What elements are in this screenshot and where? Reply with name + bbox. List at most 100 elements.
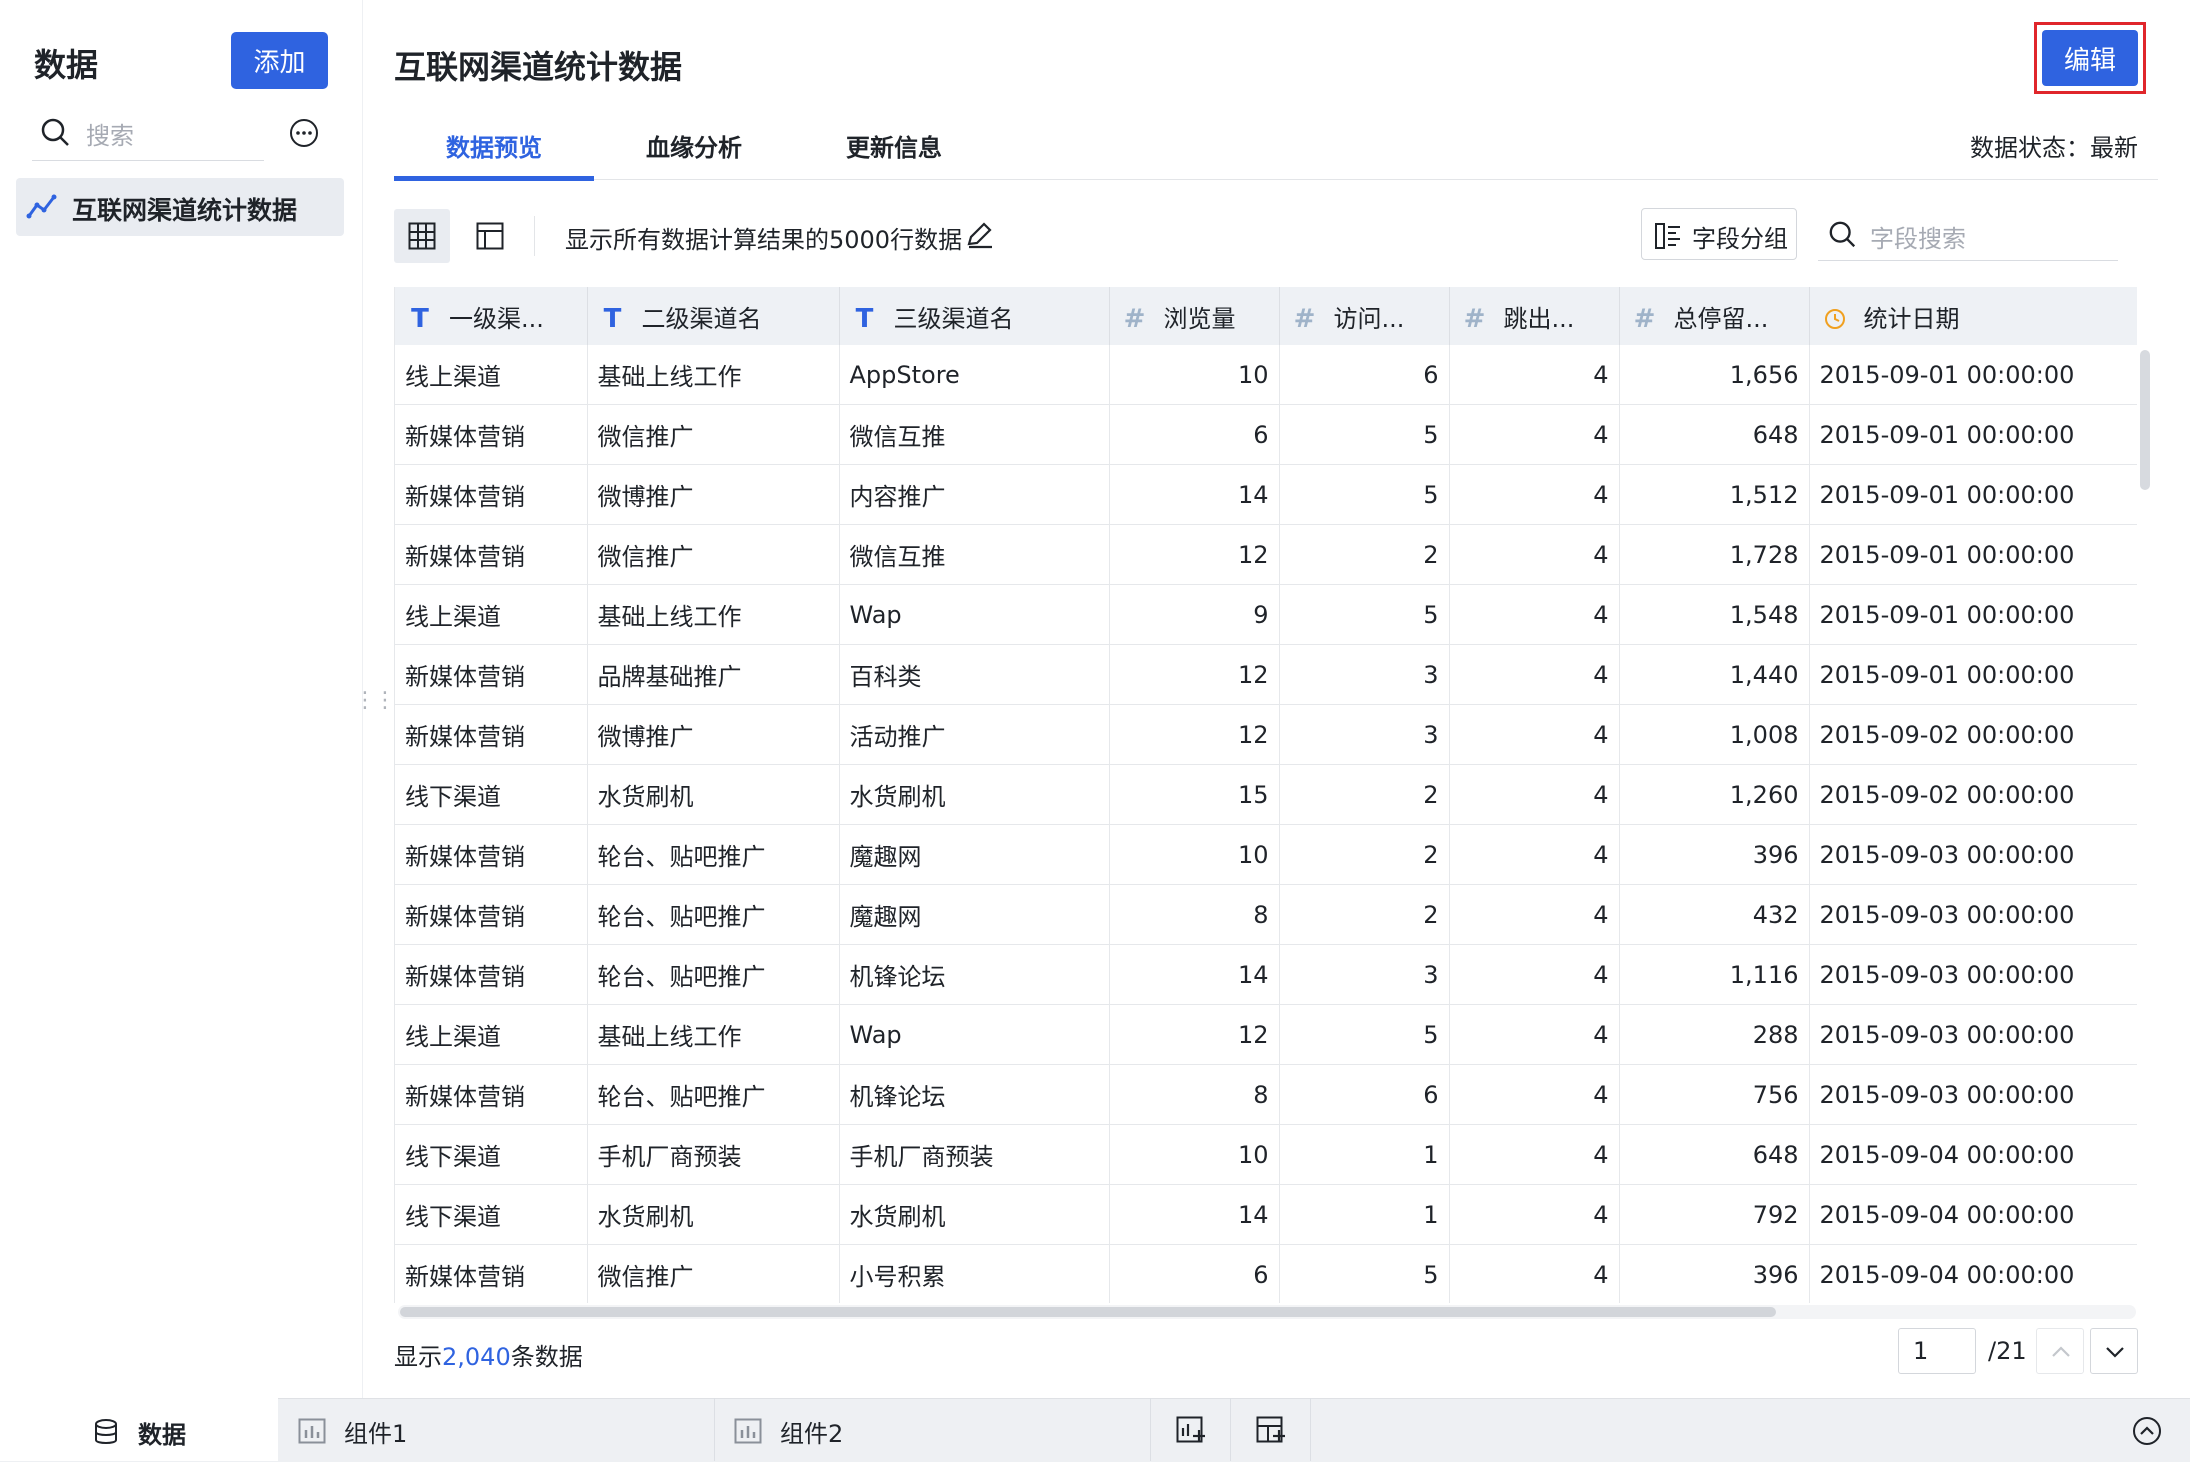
table-cell: 内容推广 [839,464,1110,525]
column-header[interactable]: # 总停留... [1619,287,1810,345]
pencil-icon[interactable] [965,220,995,250]
table-cell: 线上渠道 [395,584,588,645]
tab-label: 血缘分析 [646,134,742,162]
table-cell: 648 [1619,404,1810,465]
sidebar: 数据 添加 搜索 互联网渠道统计数据 [0,0,363,1400]
table-cell: 4 [1449,764,1620,825]
table-row[interactable]: 线上渠道 基础上线工作 AppStore 10 6 4 1,656 2015-09-01 00… [395,345,2137,405]
table-row[interactable]: 线下渠道 手机厂商预装 手机厂商预装 10 1 4 648 2015-09-04 00:00:… [395,1124,2137,1185]
table-cell: 14 [1109,464,1280,525]
table-row[interactable]: 线下渠道 水货刷机 水货刷机 14 1 4 792 2015-09-04 00:00:00 [395,1184,2137,1245]
grid-view-button[interactable] [394,209,450,263]
table-cell: 2015-09-01 00:00:00 [1809,464,2137,525]
table-cell: 2015-09-01 00:00:00 [1809,345,2137,405]
field-search-input[interactable]: 字段搜索 [1818,208,2118,261]
table-cell: 5 [1279,1004,1450,1065]
table-row[interactable]: 新媒体营销 轮台、贴吧推广 机锋论坛 8 6 4 756 2015-09-03 00:00:0… [395,1064,2137,1125]
sidebar-item-label: 互联网渠道统计数据 [72,196,298,225]
table-cell: 微博推广 [587,464,840,525]
table-row[interactable]: 新媒体营销 轮台、贴吧推广 魔趣网 8 2 4 432 2015-09-03 00:00:00 [395,884,2137,945]
field-group-label: 字段分组 [1692,225,1788,253]
field-group-button[interactable]: 字段分组 [1641,208,1797,260]
add-dashboard-button[interactable] [1230,1398,1311,1461]
number-type-icon: # [1463,303,1486,334]
table-cell: 4 [1449,944,1620,1005]
table-cell: 432 [1619,884,1810,945]
table-row[interactable]: 新媒体营销 微博推广 活动推广 12 3 4 1,008 2015-09-02 00:00:0… [395,704,2137,765]
table-row[interactable]: 新媒体营销 微博推广 内容推广 14 5 4 1,512 2015-09-01 00:00:0… [395,464,2137,525]
column-header[interactable]: T 一级渠... [395,287,588,345]
tab-data-preview[interactable]: 数据预览 [394,128,594,181]
table-row[interactable]: 线上渠道 基础上线工作 Wap 9 5 4 1,548 2015-09-01 00:00:00 [395,584,2137,645]
add-button[interactable]: 添加 [231,32,328,89]
table-cell: 水货刷机 [839,1184,1110,1245]
table-cell: 6 [1109,1244,1280,1303]
count-prefix: 显示 [394,1343,442,1371]
tab-lineage[interactable]: 血缘分析 [594,128,794,180]
column-header[interactable]: 统计日期 [1809,287,2137,345]
edit-button[interactable]: 编辑 [2042,30,2138,86]
grid-icon [408,222,436,250]
table-cell: 10 [1109,1124,1280,1185]
row-limit-note: 显示所有数据计算结果的5000行数据 [565,226,963,254]
bottom-tab-data[interactable]: 数据 [0,1398,278,1461]
number-type-icon: # [1633,303,1656,334]
table-row[interactable]: 新媒体营销 品牌基础推广 百科类 12 3 4 1,440 2015-09-01 00:00:… [395,644,2137,705]
table-cell: 648 [1619,1124,1810,1185]
table-cell: 2015-09-03 00:00:00 [1809,824,2137,885]
table-cell: 2 [1279,524,1450,585]
table-cell: 微信推广 [587,524,840,585]
add-component-button[interactable] [1150,1398,1231,1461]
table-row[interactable]: 新媒体营销 微信推广 微信互推 6 5 4 648 2015-09-01 00:00:00 [395,404,2137,465]
table-cell: 线下渠道 [395,764,588,825]
table-cell: AppStore [839,345,1110,405]
table-row[interactable]: 新媒体营销 轮台、贴吧推广 机锋论坛 14 3 4 1,116 2015-09-03 00:0… [395,944,2137,1005]
next-page-button[interactable] [2090,1328,2138,1374]
table-row[interactable]: 新媒体营销 微信推广 微信互推 12 2 4 1,728 2015-09-01 00:00:0… [395,524,2137,585]
column-header[interactable]: T 二级渠道名 [587,287,840,345]
bottom-tab-component-2[interactable]: 组件2 [714,1398,1151,1461]
horizontal-scrollbar[interactable] [400,1307,1776,1317]
table-body: 线上渠道 基础上线工作 AppStore 10 6 4 1,656 2015-09-01 00… [395,345,2137,1303]
page-title: 互联网渠道统计数据 [394,48,683,86]
table-cell: 2015-09-03 00:00:00 [1809,884,2137,945]
table-cell: 轮台、贴吧推广 [587,1064,840,1125]
vertical-scrollbar[interactable] [2140,350,2150,490]
field-group-icon [1655,223,1680,249]
table-cell: 2015-09-01 00:00:00 [1809,524,2137,585]
collapse-up-icon[interactable] [2132,1416,2162,1446]
table-cell: 新媒体营销 [395,404,588,465]
column-header[interactable]: # 跳出... [1449,287,1620,345]
table-cell: 396 [1619,1244,1810,1303]
data-status: 数据状态：最新 [1970,134,2138,162]
table-cell: 机锋论坛 [839,944,1110,1005]
bottom-tab-component-1[interactable]: 组件1 [278,1398,715,1461]
more-options-icon[interactable] [289,118,319,148]
search-input[interactable]: 搜索 [32,108,264,161]
table-cell: 微信推广 [587,1244,840,1303]
table-cell: 288 [1619,1004,1810,1065]
column-header[interactable]: # 访问... [1279,287,1450,345]
table-cell: 新媒体营销 [395,1244,588,1303]
table-row[interactable]: 线下渠道 水货刷机 水货刷机 15 2 4 1,260 2015-09-02 00:00:00 [395,764,2137,825]
table-cell: 396 [1619,824,1810,885]
table-row[interactable]: 新媒体营销 微信推广 小号积累 6 5 4 396 2015-09-04 00:00:00 [395,1244,2137,1303]
table-cell: 2015-09-01 00:00:00 [1809,644,2137,705]
prev-page-button[interactable] [2036,1328,2084,1374]
column-header[interactable]: T 三级渠道名 [839,287,1110,345]
chevron-down-icon [2106,1347,2124,1358]
page-number-input[interactable]: 1 [1898,1328,1976,1374]
table-row[interactable]: 线上渠道 基础上线工作 Wap 12 5 4 288 2015-09-03 00:00:00 [395,1004,2137,1065]
table-cell: 轮台、贴吧推广 [587,824,840,885]
column-header[interactable]: # 浏览量 [1109,287,1280,345]
sidebar-item-dataset[interactable]: 互联网渠道统计数据 [16,178,344,236]
table-view-button[interactable] [462,209,518,263]
resize-handle[interactable]: ⋮⋮ [354,688,396,713]
table-cell: 1,260 [1619,764,1810,825]
tab-update-info[interactable]: 更新信息 [794,128,994,180]
table-cell: 12 [1109,1004,1280,1065]
bottom-tab-label: 组件2 [780,1420,844,1448]
table-row[interactable]: 新媒体营销 轮台、贴吧推广 魔趣网 10 2 4 396 2015-09-03 00:00:0… [395,824,2137,885]
table-cell: 5 [1279,404,1450,465]
table-cell: 1,512 [1619,464,1810,525]
